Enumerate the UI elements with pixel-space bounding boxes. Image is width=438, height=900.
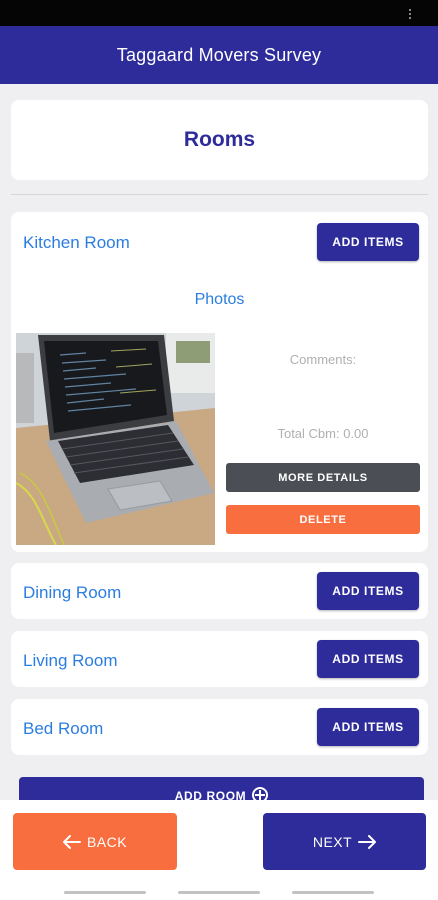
add-room-label: ADD ROOM	[174, 789, 247, 800]
room-name: Kitchen Room	[23, 233, 130, 252]
arrow-right-icon	[358, 834, 377, 849]
room-card-kitchen: Kitchen Room ADD ITEMS Photos Comments: …	[11, 212, 428, 552]
add-room-button[interactable]: ADD ROOM	[19, 777, 424, 800]
room-name: Bed Room	[23, 719, 104, 738]
comments-label: Comments:	[289, 352, 357, 367]
room-name: Dining Room	[23, 583, 122, 602]
app-title: Taggaard Movers Survey	[116, 44, 322, 65]
room-card-living: Living Room ADD ITEMS	[11, 631, 428, 687]
arrow-left-icon	[62, 834, 81, 849]
total-cbm-label: Total Cbm: 0.00	[277, 426, 369, 441]
room-name: Living Room	[23, 651, 118, 670]
add-items-button[interactable]: ADD ITEMS	[317, 223, 419, 261]
add-items-button[interactable]: ADD ITEMS	[317, 708, 419, 746]
plus-circle-icon	[252, 787, 269, 800]
room-card-dining: Dining Room ADD ITEMS	[11, 563, 428, 619]
gesture-pill	[64, 891, 146, 894]
page-title: Rooms	[183, 128, 256, 151]
app-bar: Taggaard Movers Survey	[0, 26, 438, 84]
more-vert-icon	[409, 9, 412, 19]
back-button[interactable]: BACK	[13, 813, 177, 870]
footer-nav: BACK NEXT	[0, 800, 438, 900]
gesture-pill	[178, 891, 260, 894]
more-details-button[interactable]: MORE DETAILS	[226, 463, 420, 492]
divider	[11, 194, 428, 195]
page-title-card: Rooms	[11, 100, 428, 180]
delete-button[interactable]: DELETE	[226, 505, 420, 534]
room-card-bed: Bed Room ADD ITEMS	[11, 699, 428, 755]
photos-label: Photos	[194, 291, 245, 308]
back-label: BACK	[86, 833, 128, 850]
rooms-scroll-area[interactable]: Rooms Kitchen Room ADD ITEMS Photos Comm…	[0, 84, 438, 800]
next-button[interactable]: NEXT	[263, 813, 426, 870]
status-bar	[0, 0, 438, 26]
room-photo-thumbnail[interactable]	[16, 333, 215, 545]
gesture-pill	[292, 891, 374, 894]
add-items-button[interactable]: ADD ITEMS	[317, 572, 419, 610]
add-items-button[interactable]: ADD ITEMS	[317, 640, 419, 678]
next-label: NEXT	[312, 833, 353, 850]
